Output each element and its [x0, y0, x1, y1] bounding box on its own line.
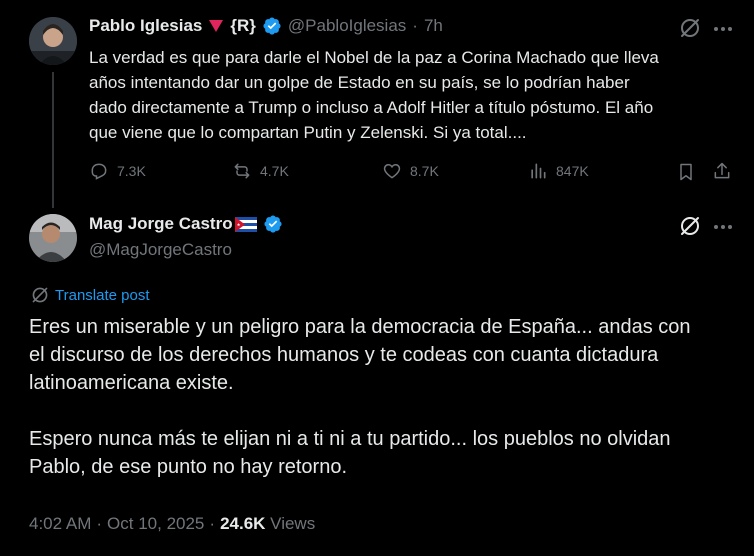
views-button[interactable]: 847K [528, 161, 589, 181]
repost-icon [234, 163, 250, 179]
parent-author-handle[interactable]: @PabloIglesias [288, 16, 406, 36]
parent-time-separator: · [412, 16, 418, 35]
post-time[interactable]: 4:02 AM [29, 514, 91, 534]
views-total: 24.6K [220, 514, 266, 533]
post-date[interactable]: Oct 10, 2025 [107, 514, 204, 534]
reply-text-line: Pablo, de ese punto no hay retorno. [29, 456, 348, 478]
grok-icon[interactable] [679, 17, 701, 39]
reply-author-handle[interactable]: @MagJorgeCastro [89, 240, 232, 260]
reply-button[interactable]: 7.3K [89, 161, 146, 181]
footer-separator: · [209, 514, 216, 533]
verified-badge-icon[interactable] [262, 16, 282, 36]
like-count: 8.7K [410, 163, 439, 179]
parent-text-line: dado directamente a Trump o incluso a Ad… [89, 98, 654, 117]
translate-post-link[interactable]: Translate post [31, 286, 150, 304]
more-icon[interactable] [713, 19, 733, 39]
avatar-image [29, 17, 77, 65]
like-icon [383, 163, 401, 179]
reply-tweet-header: Mag Jorge Castro [89, 214, 283, 234]
share-icon[interactable] [712, 161, 732, 181]
repost-button[interactable]: 4.7K [232, 161, 289, 181]
reply-count: 7.3K [117, 163, 146, 179]
reply-tweet-text: Eres un miserable y un peligro para la d… [29, 313, 749, 481]
footer-separator: · [96, 514, 103, 533]
parent-author-name[interactable]: Pablo Iglesias [89, 16, 202, 36]
reply-text-line: el discurso de los derechos humanos y te… [29, 344, 659, 366]
parent-tweet-header: Pablo Iglesias {R} @PabloIglesias · 7h [89, 16, 443, 36]
parent-tweet-time[interactable]: 7h [424, 16, 443, 36]
views-icon [531, 163, 546, 179]
globe-icon [32, 287, 48, 303]
reply-author-avatar[interactable] [29, 214, 77, 262]
parent-text-line: años intentando dar un golpe de Estado e… [89, 73, 630, 92]
avatar-image [29, 214, 77, 262]
reply-author-name[interactable]: Mag Jorge Castro [89, 214, 233, 234]
parent-text-line: que viene que lo compartan Putin y Zelen… [89, 123, 527, 142]
cuba-flag-icon [234, 216, 257, 232]
parent-author-avatar[interactable] [29, 17, 77, 65]
red-triangle-icon [209, 20, 224, 32]
reply-tweet-footer: 4:02 AM · Oct 10, 2025 · 24.6K Views [29, 514, 315, 534]
reply-icon [91, 163, 107, 180]
reply-text-line: Espero nunca más te elijan ni a ti ni a … [29, 428, 671, 450]
repost-count: 4.7K [260, 163, 289, 179]
grok-icon[interactable] [679, 215, 701, 237]
parent-tweet-text: La verdad es que para darle el Nobel de … [89, 45, 729, 145]
reply-text-line: Eres un miserable y un peligro para la d… [29, 316, 691, 338]
translate-post-label: Translate post [55, 286, 150, 304]
reply-text-line: latinoamericana existe. [29, 372, 234, 394]
more-icon[interactable] [713, 217, 733, 237]
bookmark-icon[interactable] [676, 162, 696, 182]
verified-badge-icon[interactable] [263, 214, 283, 234]
parent-text-line: La verdad es que para darle el Nobel de … [89, 48, 659, 67]
views-label: Views [270, 514, 316, 533]
parent-author-badge-text: {R} [230, 16, 256, 35]
thread-connector [52, 72, 54, 208]
like-button[interactable]: 8.7K [382, 161, 439, 181]
views-count: 847K [556, 163, 589, 179]
